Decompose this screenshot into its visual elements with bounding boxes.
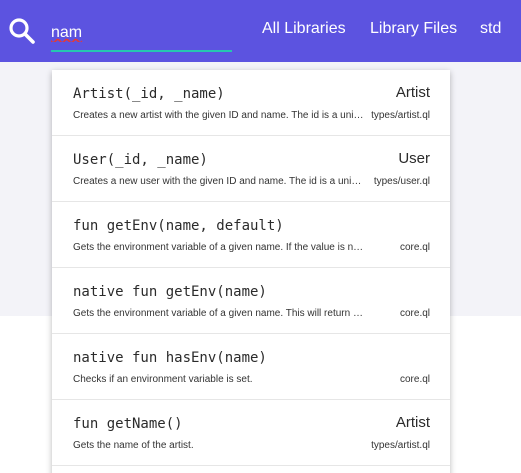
result-file: types/artist.ql bbox=[371, 440, 430, 451]
search-input-underline bbox=[51, 50, 232, 52]
nav-all-libraries[interactable]: All Libraries bbox=[262, 20, 346, 38]
result-file: core.ql bbox=[399, 374, 430, 385]
search-result-item[interactable]: native fun getEnv(name) Gets the environ… bbox=[52, 268, 450, 334]
result-file: core.ql bbox=[399, 308, 430, 319]
result-signature: fun getName() bbox=[73, 416, 183, 432]
search-result-item[interactable]: native fun hasEnv(name) Checks if an env… bbox=[52, 334, 450, 400]
result-description: Gets the environment variable of a given… bbox=[73, 242, 365, 253]
result-file: types/user.ql bbox=[373, 176, 430, 187]
result-file: types/artist.ql bbox=[371, 110, 430, 121]
search-result-item[interactable]: fun getName() Artist Gets the name of th… bbox=[52, 400, 450, 466]
result-signature: native fun getEnv(name) bbox=[73, 284, 267, 300]
result-kind: Artist bbox=[395, 84, 430, 101]
nav-std[interactable]: std bbox=[480, 20, 501, 38]
result-description: Creates a new user with the given ID and… bbox=[73, 176, 365, 187]
result-signature: User(_id, _name) bbox=[73, 152, 208, 168]
result-description: Gets the environment variable of a given… bbox=[73, 308, 365, 319]
result-kind: User bbox=[398, 150, 430, 167]
search-result-item[interactable]: User(_id, _name) User Creates a new user… bbox=[52, 136, 450, 202]
search-results-dropdown: Artist(_id, _name) Artist Creates a new … bbox=[52, 70, 450, 473]
app-header: All Libraries Library Files std bbox=[0, 0, 521, 62]
search-result-item[interactable]: Artist(_id, _name) Artist Creates a new … bbox=[52, 70, 450, 136]
result-signature: fun getEnv(name, default) bbox=[73, 218, 284, 234]
nav-library-files[interactable]: Library Files bbox=[370, 20, 457, 38]
result-file: core.ql bbox=[399, 242, 430, 253]
result-signature: Artist(_id, _name) bbox=[73, 86, 225, 102]
result-kind: Artist bbox=[395, 414, 430, 431]
result-description: Creates a new artist with the given ID a… bbox=[73, 110, 365, 121]
search-icon[interactable] bbox=[8, 17, 36, 45]
search-input[interactable] bbox=[51, 18, 231, 48]
search-result-item[interactable]: fun getEnv(name, default) Gets the envir… bbox=[52, 202, 450, 268]
result-description: Gets the name of the artist. bbox=[73, 440, 194, 451]
result-signature: native fun hasEnv(name) bbox=[73, 350, 267, 366]
result-description: Checks if an environment variable is set… bbox=[73, 374, 253, 385]
